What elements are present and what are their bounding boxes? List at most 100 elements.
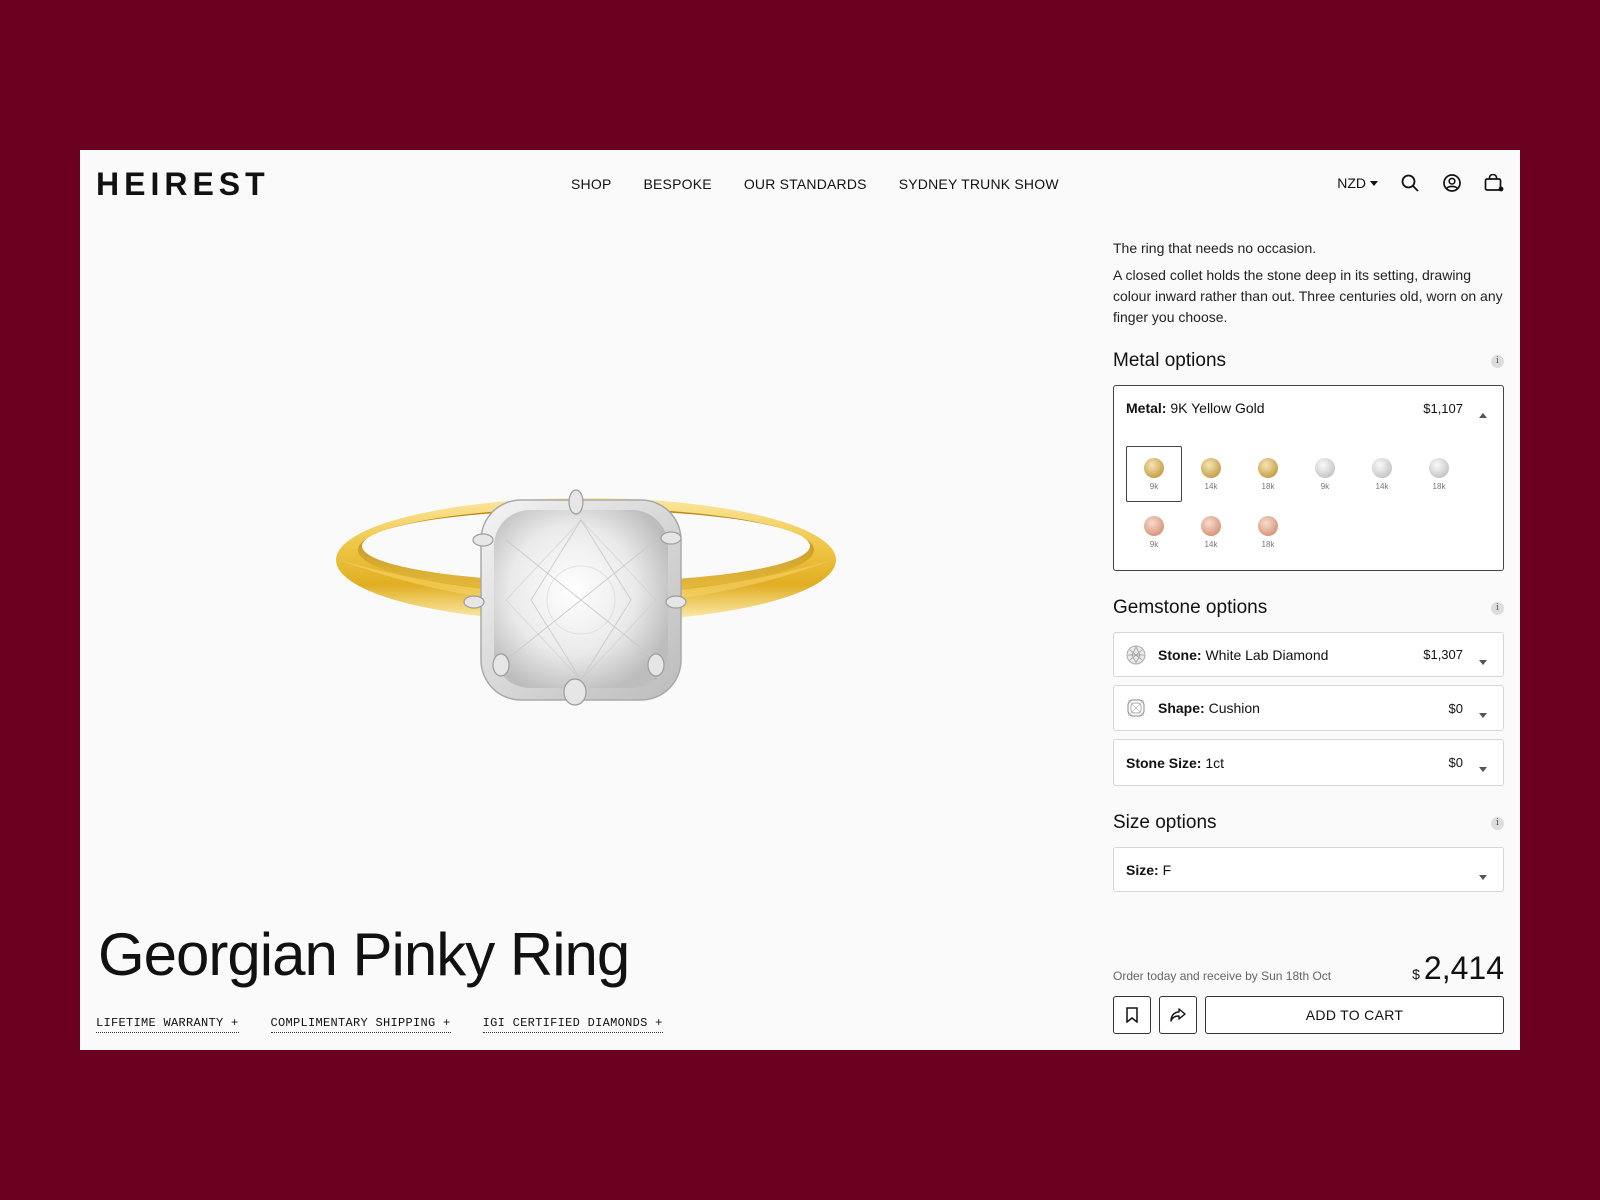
search-icon[interactable] — [1400, 173, 1420, 193]
metal-options-title: Metal options — [1113, 350, 1227, 371]
product-title: Georgian Pinky Ring — [98, 921, 630, 988]
stone-price: $1,307 — [1423, 647, 1463, 662]
metal-swatch[interactable]: 14k — [1183, 504, 1239, 560]
gemstone-info-icon[interactable]: i — [1491, 601, 1504, 615]
metal-swatch[interactable]: 14k — [1354, 446, 1410, 502]
metal-swatch-label: 14k — [1204, 539, 1218, 549]
stone-size-price: $0 — [1448, 755, 1463, 770]
metal-swatches: 9k 14k 18k 9k 14k 18k 9k 14k 18k — [1126, 446, 1486, 560]
stone-row: Stone: White Lab Diamond $1,307 — [1114, 633, 1503, 676]
delivery-note: Order today and receive by Sun 18th Oct — [1113, 969, 1332, 983]
main-nav: SHOP BESPOKE OUR STANDARDS SYDNEY TRUNK … — [571, 176, 1059, 192]
size-info-icon[interactable]: i — [1491, 816, 1504, 830]
nav-our-standards[interactable]: OUR STANDARDS — [744, 176, 867, 192]
product-tagline: The ring that needs no occasion. — [1113, 240, 1317, 256]
metal-row-label: Metal: 9K Yellow Gold — [1126, 400, 1265, 416]
size-options-title: Size options — [1113, 812, 1217, 833]
site-header: HEIREST SHOP BESPOKE OUR STANDARDS SYDNE… — [80, 150, 1520, 218]
chevron-down-icon — [1479, 705, 1487, 721]
rose-metal-swatch-icon — [1144, 515, 1164, 536]
size-dropdown[interactable]: Size: F — [1113, 847, 1504, 892]
size-value: F — [1162, 861, 1172, 878]
feature-complimentary-shipping[interactable]: COMPLIMENTARY SHIPPING + — [270, 1016, 451, 1033]
metal-price: $1,107 — [1423, 400, 1463, 416]
rose-metal-swatch-icon — [1258, 515, 1278, 536]
stone-label: Stone: — [1158, 646, 1202, 663]
shape-label: Shape: — [1158, 700, 1205, 716]
metal-swatch-label: 9k — [1149, 481, 1159, 491]
product-image[interactable] — [96, 225, 1086, 905]
shape-value: Cushion — [1208, 700, 1260, 716]
rose-metal-swatch-icon — [1201, 515, 1221, 536]
metal-swatch[interactable]: 14k — [1183, 446, 1239, 502]
nav-bespoke[interactable]: BESPOKE — [643, 176, 711, 192]
checkout-actions: ADD TO CART — [1113, 996, 1504, 1034]
metal-label: Metal: — [1126, 400, 1167, 416]
bookmark-icon — [1126, 1007, 1138, 1023]
product-body: A closed collet holds the stone deep in … — [1113, 267, 1503, 325]
size-options-header: Size options i — [1113, 812, 1504, 834]
white-metal-swatch-icon — [1315, 457, 1335, 478]
metal-swatch[interactable]: 9k — [1126, 504, 1182, 560]
product-description: The ring that needs no occasion. A close… — [1113, 238, 1504, 328]
gemstone-options-header: Gemstone options i — [1113, 597, 1504, 619]
metal-swatch[interactable]: 9k — [1297, 446, 1353, 502]
metal-options-header: Metal options i — [1113, 350, 1504, 372]
nav-sydney-trunk-show[interactable]: SYDNEY TRUNK SHOW — [899, 176, 1059, 192]
currency-selector[interactable]: NZD — [1337, 175, 1378, 191]
feature-links: LIFETIME WARRANTY + COMPLIMENTARY SHIPPI… — [96, 1016, 663, 1033]
stone-dropdown[interactable]: Stone: White Lab Diamond $1,307 — [1113, 632, 1504, 677]
total-price: $ 2,414 — [1412, 950, 1504, 987]
stone-size-value: 1ct — [1205, 754, 1225, 771]
currency-label: NZD — [1337, 175, 1366, 191]
size-row: Size: F — [1114, 848, 1503, 891]
stone-size-dropdown[interactable]: Stone Size: 1ct $0 — [1113, 739, 1504, 786]
metal-info-icon[interactable]: i — [1491, 354, 1504, 368]
metal-swatch-label: 14k — [1375, 481, 1389, 491]
share-button[interactable] — [1159, 996, 1197, 1034]
header-actions: NZD — [1337, 173, 1504, 193]
metal-swatch-label: 18k — [1261, 539, 1275, 549]
add-to-cart-button[interactable]: ADD TO CART — [1205, 996, 1504, 1034]
caret-down-icon — [1370, 180, 1378, 186]
size-row-label: Size: F — [1126, 862, 1171, 878]
stone-row-label: Stone: White Lab Diamond — [1158, 647, 1328, 663]
metal-swatch[interactable]: 18k — [1240, 504, 1296, 560]
shape-dropdown[interactable]: Shape: Cushion $0 — [1113, 685, 1504, 731]
diamond-icon — [1126, 645, 1146, 665]
product-page: HEIREST SHOP BESPOKE OUR STANDARDS SYDNE… — [80, 150, 1520, 1050]
metal-swatch[interactable]: 18k — [1411, 446, 1467, 502]
chevron-down-icon — [1479, 652, 1487, 668]
stone-size-row-label: Stone Size: 1ct — [1126, 755, 1224, 771]
metal-swatch-label: 14k — [1204, 481, 1218, 491]
gold-metal-swatch-icon — [1258, 457, 1278, 478]
metal-swatch-label: 9k — [1149, 539, 1159, 549]
metal-swatch-label: 18k — [1261, 481, 1275, 491]
metal-dropdown-toggle[interactable]: Metal: 9K Yellow Gold $1,107 — [1114, 386, 1503, 430]
stone-value: White Lab Diamond — [1205, 646, 1329, 663]
feature-lifetime-warranty[interactable]: LIFETIME WARRANTY + — [96, 1016, 239, 1033]
nav-shop[interactable]: SHOP — [571, 176, 611, 192]
stone-size-label: Stone Size: — [1126, 754, 1202, 771]
gold-metal-swatch-icon — [1144, 457, 1164, 478]
total-amount: 2,414 — [1423, 950, 1504, 986]
cushion-shape-icon — [1126, 698, 1146, 718]
gemstone-options-title: Gemstone options — [1113, 597, 1268, 618]
cart-icon[interactable] — [1484, 173, 1504, 193]
brand-logo[interactable]: HEIREST — [96, 166, 270, 203]
metal-swatch-label: 9k — [1320, 481, 1330, 491]
metal-swatch[interactable]: 9k — [1126, 446, 1182, 502]
chevron-up-icon — [1479, 405, 1487, 421]
stone-size-row: Stone Size: 1ct $0 — [1114, 740, 1503, 785]
white-metal-swatch-icon — [1372, 457, 1392, 478]
gold-metal-swatch-icon — [1201, 457, 1221, 478]
metal-value: 9K Yellow Gold — [1170, 400, 1265, 416]
feature-igi-certified[interactable]: IGI CERTIFIED DIAMONDS + — [482, 1016, 663, 1033]
options-panel: The ring that needs no occasion. A close… — [1113, 238, 1504, 900]
ring-image — [336, 489, 836, 706]
account-icon[interactable] — [1442, 173, 1462, 193]
wishlist-button[interactable] — [1113, 996, 1151, 1034]
size-label: Size: — [1126, 861, 1159, 878]
metal-swatch[interactable]: 18k — [1240, 446, 1296, 502]
shape-row: Shape: Cushion $0 — [1114, 686, 1503, 730]
